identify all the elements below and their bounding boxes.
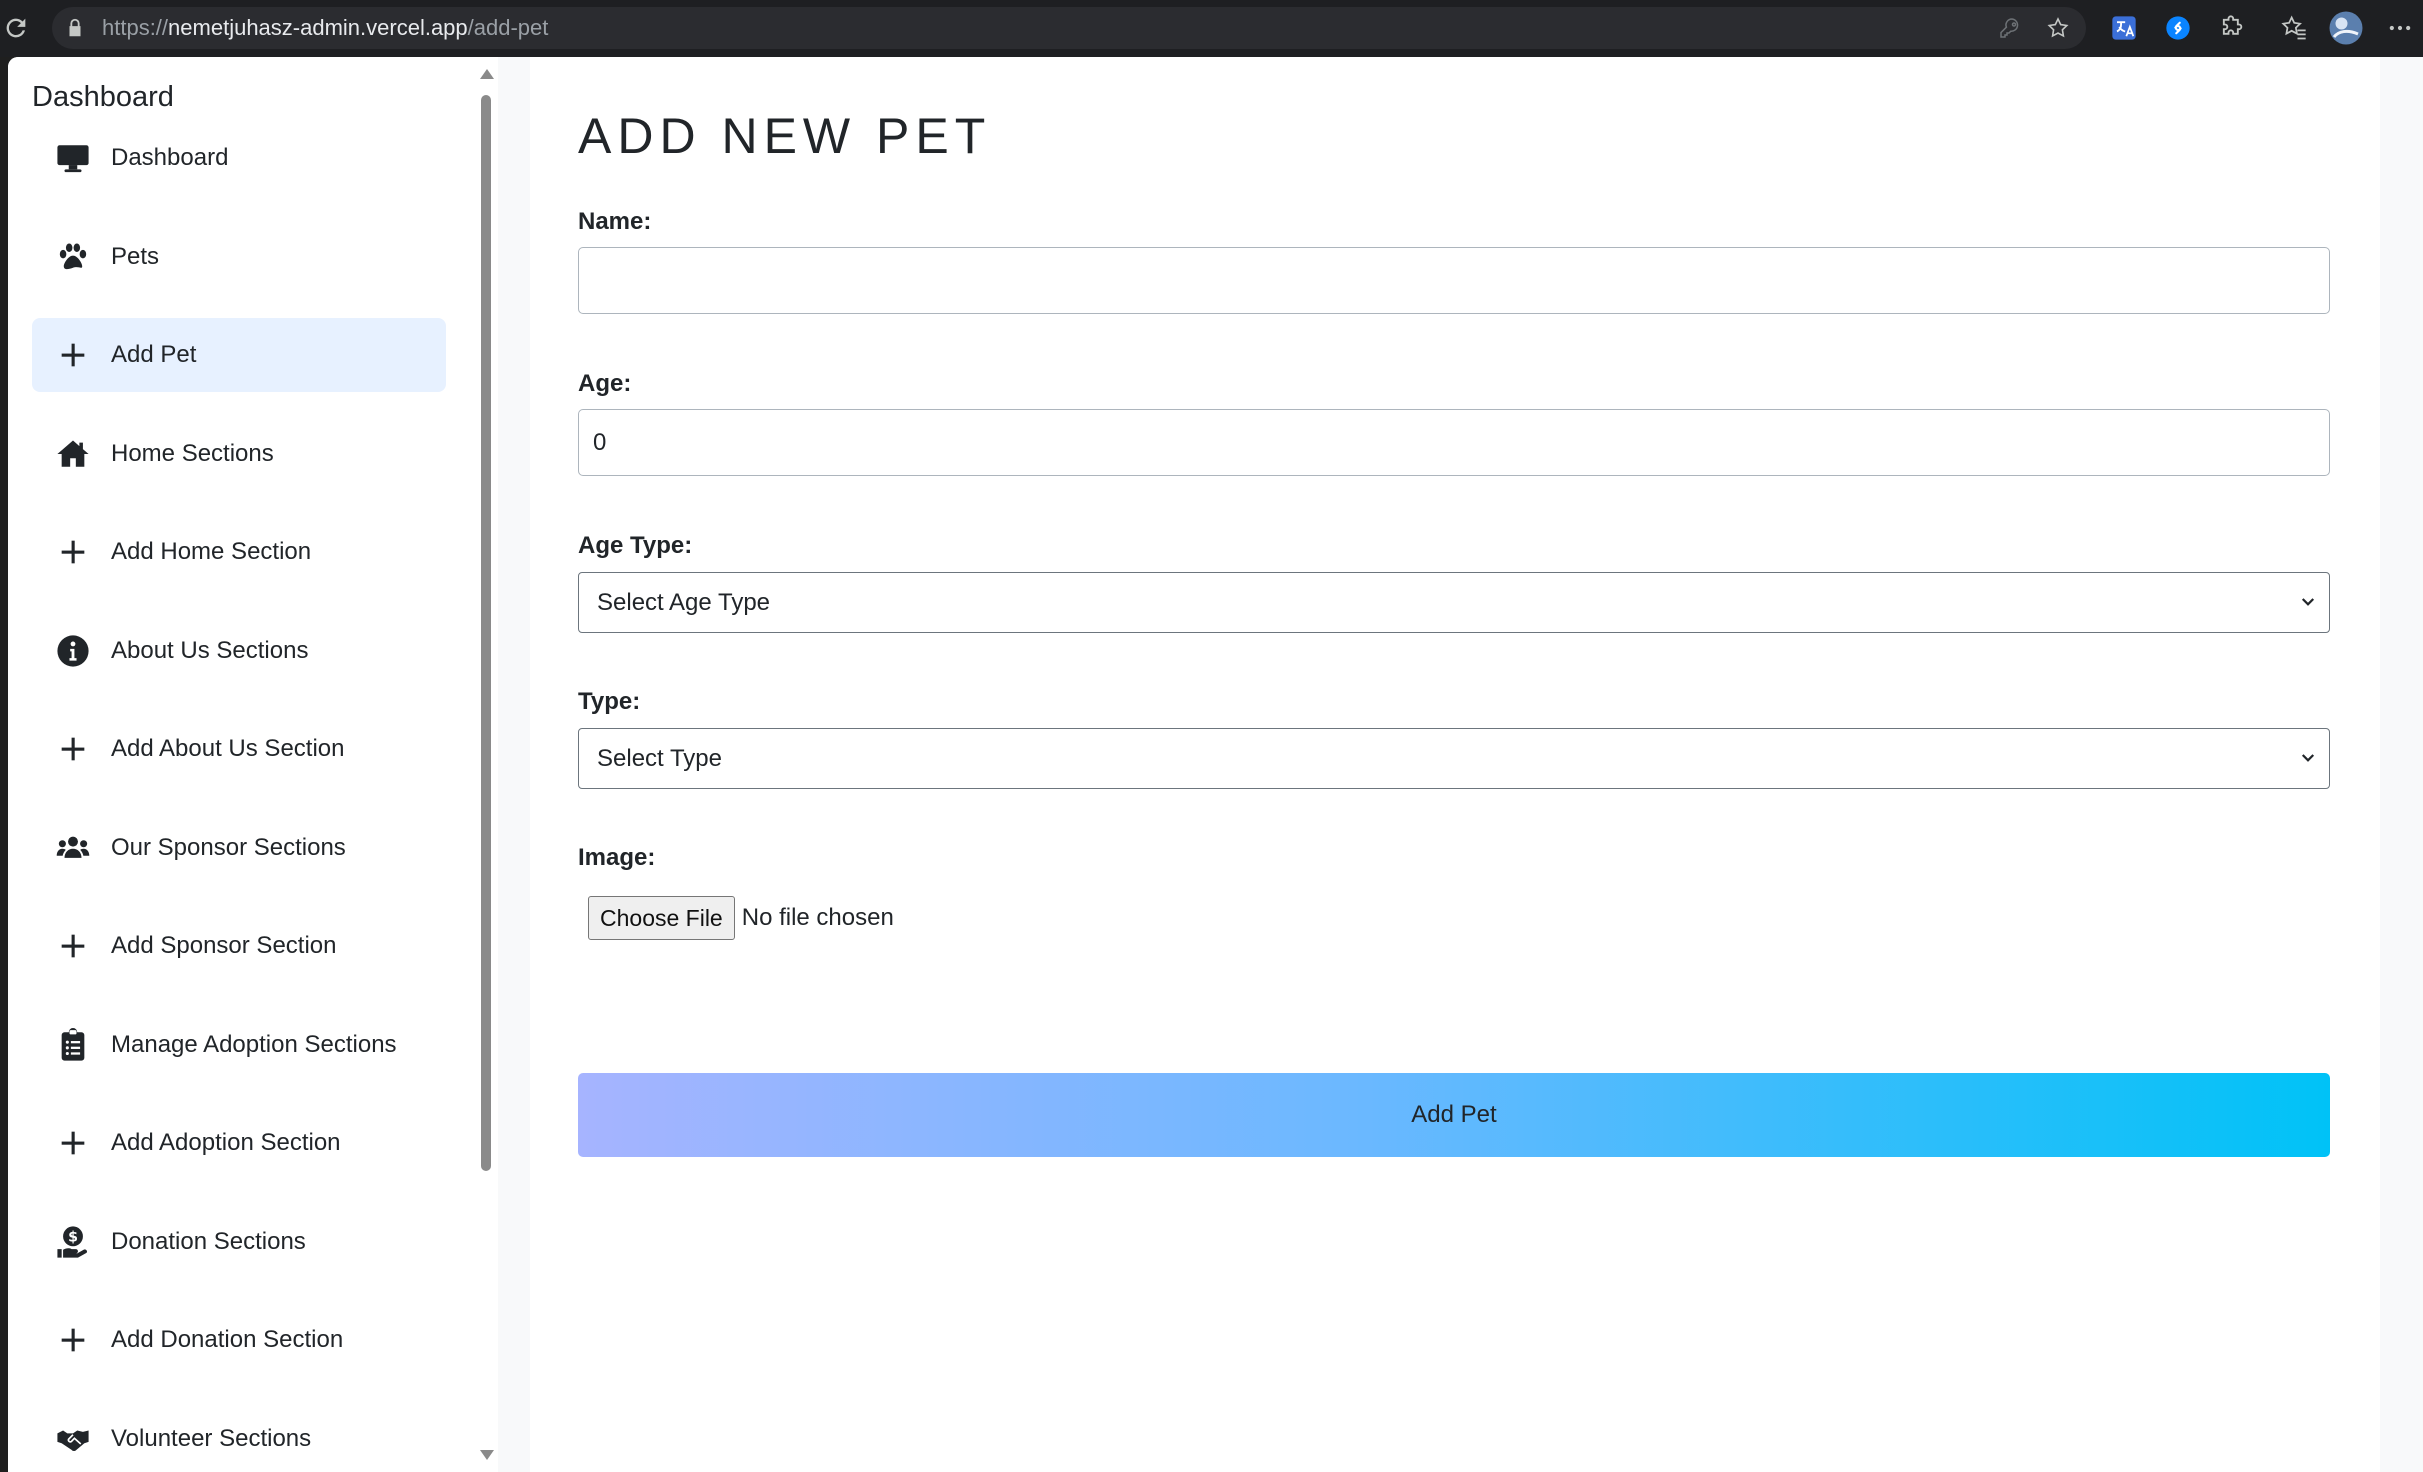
sidebar-item-add-sponsor-section[interactable]: Add Sponsor Section: [32, 909, 446, 983]
sidebar-item-volunteer-sections[interactable]: Volunteer Sections: [32, 1402, 446, 1472]
plus-icon: [56, 732, 90, 766]
paw-icon: [56, 240, 90, 274]
main-content: ADD NEW PET Name: Age: Age Type: Select …: [530, 57, 2380, 1472]
sidebar-item-home-sections[interactable]: Home Sections: [32, 417, 446, 491]
profile-avatar-icon[interactable]: [2328, 10, 2364, 46]
shazam-icon[interactable]: [2164, 14, 2192, 42]
chevron-down-icon: [2301, 598, 2315, 606]
sidebar-item-manage-adoption-sections[interactable]: Manage Adoption Sections: [32, 1008, 446, 1082]
age-type-selected-value: Select Age Type: [597, 588, 771, 616]
type-selected-value: Select Type: [597, 744, 722, 772]
sidebar-item-label: Add Home Section: [111, 538, 312, 565]
sidebar-item-label: Add Adoption Section: [111, 1129, 341, 1156]
page-viewport: Dashboard Dashboard Pets Add Pet Home Se…: [8, 57, 2423, 1472]
name-input[interactable]: [578, 247, 2330, 314]
desktop-icon: [56, 141, 90, 175]
sidebar-item-dashboard[interactable]: Dashboard: [32, 121, 446, 195]
extensions-icon[interactable]: [2218, 14, 2246, 42]
more-options-icon[interactable]: [2386, 14, 2414, 42]
age-label: Age:: [578, 370, 632, 397]
sidebar-item-pets[interactable]: Pets: [32, 220, 446, 294]
sidebar-item-add-pet[interactable]: Add Pet: [32, 318, 446, 392]
svg-text:$: $: [68, 1229, 78, 1245]
age-type-label: Age Type:: [578, 532, 693, 559]
sidebar: Dashboard Dashboard Pets Add Pet Home Se…: [8, 57, 498, 1472]
star-icon[interactable]: [2046, 16, 2070, 40]
image-file-input: Choose File No file chosen: [588, 896, 894, 940]
name-label: Name:: [578, 208, 652, 235]
plus-icon: [56, 1126, 90, 1160]
plus-icon: [56, 338, 90, 372]
sidebar-item-our-sponsor-sections[interactable]: Our Sponsor Sections: [32, 811, 446, 885]
sidebar-item-add-about-us-section[interactable]: Add About Us Section: [32, 712, 446, 786]
address-bar[interactable]: https://nemetjuhasz-admin.vercel.app/add…: [52, 7, 2086, 49]
plus-icon: [56, 929, 90, 963]
lock-icon: [69, 18, 81, 37]
home-icon: [56, 437, 90, 471]
scroll-down-arrow[interactable]: [480, 1450, 494, 1460]
clipboard-list-icon: [56, 1027, 90, 1062]
sidebar-item-label: About Us Sections: [111, 636, 309, 664]
plus-icon: [56, 535, 90, 569]
translate-icon[interactable]: [2110, 14, 2138, 42]
browser-toolbar: https://nemetjuhasz-admin.vercel.app/add…: [0, 0, 2423, 57]
sidebar-item-label: Add Pet: [111, 341, 197, 368]
favorites-icon[interactable]: [2280, 14, 2308, 42]
age-input[interactable]: [578, 409, 2330, 476]
age-type-select[interactable]: Select Age Type: [578, 572, 2330, 633]
handshake-icon: [56, 1422, 90, 1456]
sidebar-item-label: Add Sponsor Section: [111, 932, 337, 959]
sidebar-item-label: Pets: [111, 242, 160, 270]
key-icon[interactable]: [1998, 16, 2022, 40]
file-status-text: No file chosen: [741, 904, 894, 931]
scrollbar-thumb[interactable]: [481, 95, 491, 1171]
url-text: https://nemetjuhasz-admin.vercel.app/add…: [102, 15, 549, 40]
page-title: ADD NEW PET: [578, 108, 992, 164]
scroll-up-arrow[interactable]: [480, 69, 494, 79]
sidebar-item-label: Manage Adoption Sections: [111, 1030, 397, 1058]
info-circle-icon: [56, 634, 90, 668]
choose-file-button[interactable]: Choose File: [588, 896, 735, 940]
sidebar-item-label: Volunteer Sections: [111, 1424, 312, 1452]
sidebar-scrollbar[interactable]: [474, 57, 498, 1472]
sidebar-item-about-us-sections[interactable]: About Us Sections: [32, 614, 446, 688]
sidebar-item-label: Home Sections: [111, 439, 274, 467]
users-icon: [56, 831, 90, 865]
type-select[interactable]: Select Type: [578, 728, 2330, 789]
reload-icon[interactable]: [2, 14, 30, 42]
type-label: Type:: [578, 688, 641, 715]
sidebar-nav: Dashboard Pets Add Pet Home Sections Add…: [32, 121, 446, 1472]
sidebar-title: Dashboard: [32, 81, 174, 113]
plus-icon: [56, 1323, 90, 1357]
sidebar-item-add-adoption-section[interactable]: Add Adoption Section: [32, 1106, 446, 1180]
chevron-down-icon: [2301, 754, 2315, 762]
hand-holding-dollar-icon: $: [56, 1225, 90, 1259]
sidebar-item-label: Add Donation Section: [111, 1326, 344, 1353]
sidebar-item-donation-sections[interactable]: $ Donation Sections: [32, 1205, 446, 1279]
sidebar-item-label: Donation Sections: [111, 1227, 306, 1255]
sidebar-item-add-donation-section[interactable]: Add Donation Section: [32, 1303, 446, 1377]
sidebar-item-add-home-section[interactable]: Add Home Section: [32, 515, 446, 589]
sidebar-item-label: Add About Us Section: [111, 735, 345, 762]
sidebar-item-label: Our Sponsor Sections: [111, 833, 346, 861]
add-pet-submit-button[interactable]: Add Pet: [578, 1073, 2330, 1157]
image-label: Image:: [578, 844, 656, 871]
sidebar-item-label: Dashboard: [111, 144, 229, 171]
